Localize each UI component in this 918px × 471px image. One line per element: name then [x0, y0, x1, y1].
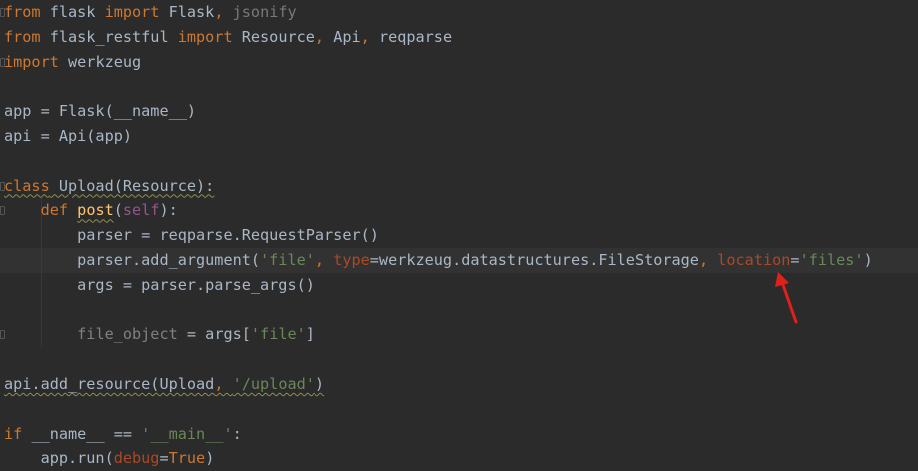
- code-token: file_object: [77, 325, 178, 344]
- code-line[interactable]: [0, 74, 918, 99]
- code-token: ): [314, 375, 325, 393]
- code-text: def post(self):: [4, 198, 178, 223]
- code-token: ,: [214, 375, 233, 393]
- code-token: Resource: [232, 27, 315, 46]
- code-token: ,: [314, 251, 334, 269]
- code-token: True: [168, 449, 206, 468]
- code-token: post: [77, 201, 114, 220]
- code-text: import werkzeug: [4, 50, 141, 75]
- code-line[interactable]: [0, 149, 918, 174]
- code-token: if: [4, 424, 23, 443]
- code-token: debug: [113, 449, 160, 468]
- code-token: import: [104, 3, 160, 21]
- code-text: api = Api(app): [4, 124, 132, 149]
- code-token: from: [4, 27, 41, 46]
- code-token: class: [4, 176, 50, 195]
- red-arrow-annotation: [775, 272, 798, 324]
- code-token: ,: [698, 251, 718, 269]
- code-token: app = Flask(__name__): [4, 102, 197, 121]
- code-line[interactable]: [0, 397, 918, 422]
- code-token: type: [333, 251, 370, 269]
- code-token: 'file': [250, 325, 306, 344]
- code-text: args = parser.parse_args(): [4, 273, 315, 298]
- code-token: Upload(Resource):: [49, 176, 215, 195]
- code-text: from flask_restful import Resource, Api,…: [4, 25, 452, 50]
- code-token: self: [122, 201, 160, 220]
- code-token: reqparse: [378, 27, 453, 46]
- code-line[interactable]: app = Flask(__name__): [0, 99, 918, 124]
- code-line[interactable]: def post(self):: [0, 198, 918, 224]
- code-token: location: [717, 251, 791, 269]
- code-text: class Upload(Resource):: [4, 174, 214, 199]
- code-token: import: [4, 52, 59, 71]
- code-token: ): [863, 251, 873, 269]
- code-token: 'file': [260, 251, 315, 269]
- code-token: =: [790, 251, 800, 269]
- code-token: '__main__': [141, 424, 233, 443]
- code-line[interactable]: from flask import Flask, jsonify: [0, 0, 918, 25]
- code-token: =: [159, 449, 169, 468]
- code-line[interactable]: [0, 347, 918, 372]
- code-token: import: [177, 27, 233, 46]
- code-line[interactable]: class Upload(Resource):: [0, 174, 918, 199]
- code-token: (: [113, 201, 123, 220]
- code-token: Flask: [159, 3, 215, 21]
- code-token: def: [40, 201, 69, 220]
- code-line[interactable]: parser = reqparse.RequestParser(): [0, 223, 918, 248]
- code-text: parser = reqparse.RequestParser(): [4, 223, 379, 248]
- code-token: :: [232, 424, 242, 443]
- code-text: if __name__ == '__main__':: [4, 422, 242, 447]
- code-token: args = parser.parse_args(): [4, 275, 315, 294]
- indent-guide: [40, 297, 42, 323]
- code-token: api.add_resource(Upload: [4, 375, 215, 393]
- code-token: parser.add_argument(: [4, 251, 261, 269]
- code-token: ,: [314, 27, 334, 46]
- code-text: file_object = args['file']: [4, 322, 315, 347]
- code-token: ,: [360, 27, 379, 46]
- code-token: __name__ ==: [22, 424, 142, 443]
- code-token: 'files': [799, 251, 864, 269]
- code-line[interactable]: from flask_restful import Resource, Api,…: [0, 25, 918, 50]
- code-line[interactable]: if __name__ == '__main__':: [0, 422, 918, 447]
- code-token: ): [205, 449, 215, 468]
- code-text: from flask import Flask, jsonify: [4, 0, 297, 25]
- code-line[interactable]: import werkzeug: [0, 50, 918, 75]
- code-token: api = Api(app): [4, 127, 133, 145]
- code-token: Api: [333, 27, 361, 46]
- code-text: app.run(debug=True): [4, 446, 215, 471]
- code-token: werkzeug: [58, 52, 142, 71]
- code-token: =werkzeug.datastructures.FileStorage: [369, 251, 699, 269]
- code-token: ):: [159, 201, 178, 220]
- code-line[interactable]: api = Api(app): [0, 124, 918, 149]
- code-editor[interactable]: from flask import Flask, jsonify from fla…: [0, 0, 918, 470]
- code-token: '/upload': [232, 375, 315, 393]
- code-line[interactable]: app.run(debug=True): [0, 446, 918, 471]
- code-token: jsonify: [232, 3, 297, 21]
- code-token: ,: [214, 3, 233, 21]
- code-token: flask: [40, 3, 105, 21]
- code-line[interactable]: api.add_resource(Upload, '/upload'): [0, 372, 918, 397]
- code-text: api.add_resource(Upload, '/upload'): [4, 372, 324, 397]
- code-token: app.run(: [4, 449, 114, 468]
- code-token: = args[: [177, 325, 251, 344]
- code-text: app = Flask(__name__): [4, 99, 196, 124]
- code-token: ]: [305, 325, 315, 344]
- code-token: parser = reqparse.RequestParser(): [4, 226, 379, 245]
- code-text: parser.add_argument('file', type=werkzeu…: [4, 248, 873, 273]
- code-token: flask_restful: [40, 27, 178, 46]
- code-token: from: [4, 3, 41, 21]
